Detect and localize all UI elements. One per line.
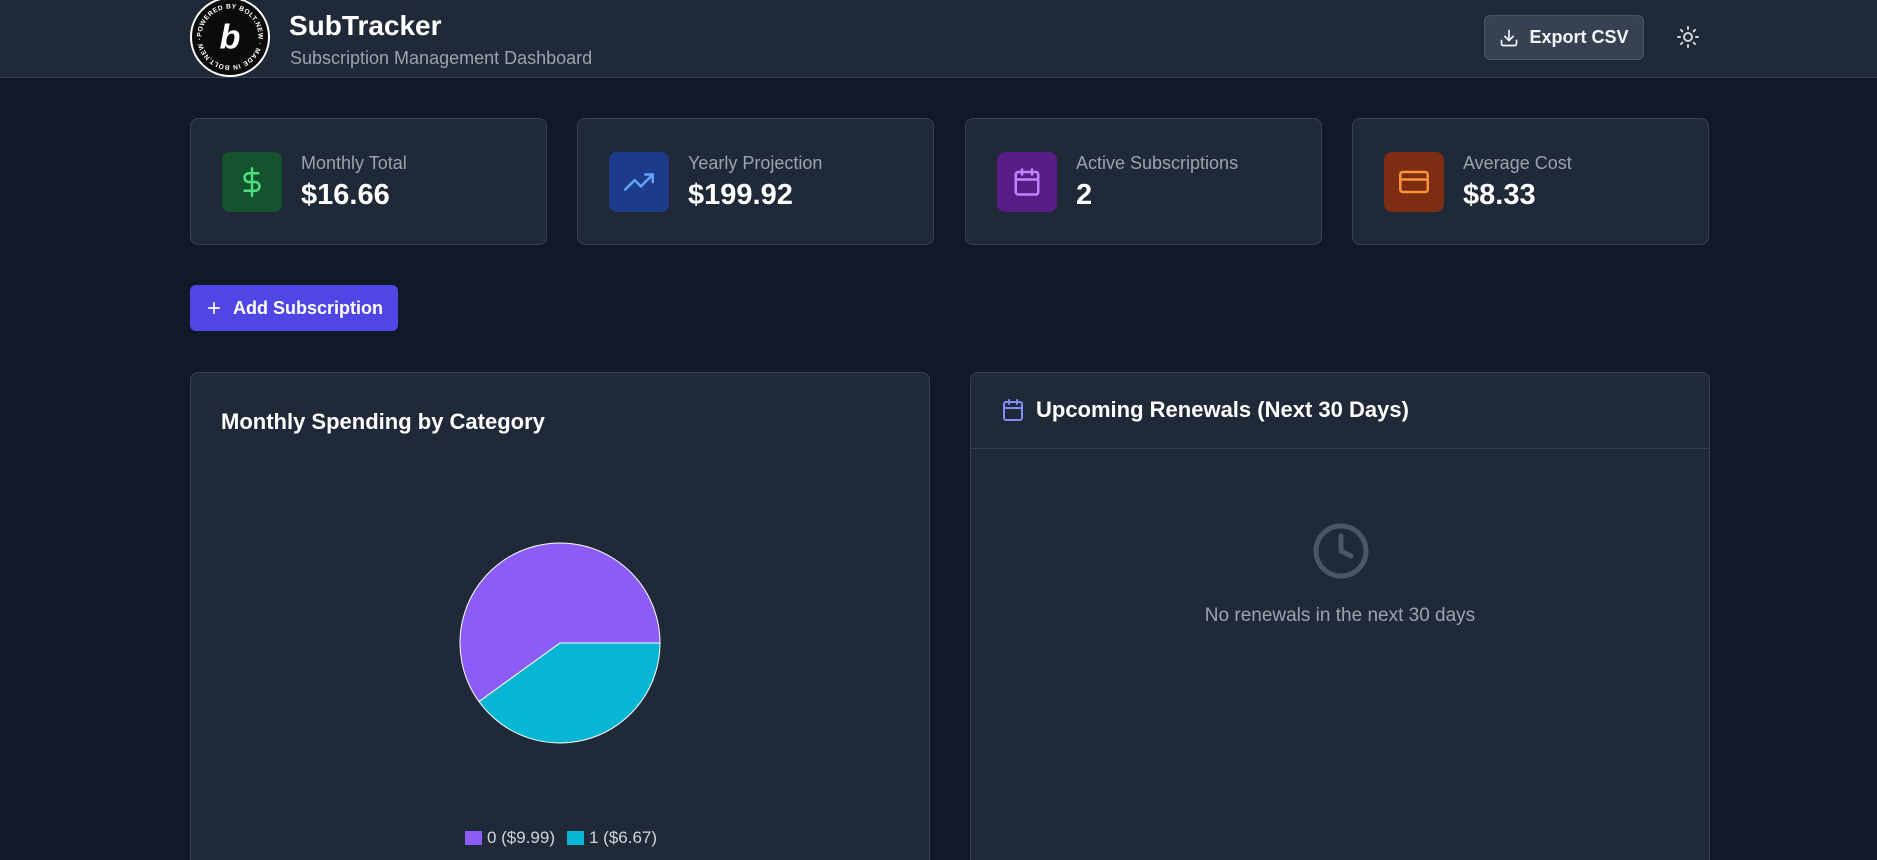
upcoming-renewals-panel: Upcoming Renewals (Next 30 Days) No rene… [970,372,1710,860]
bolt-badge-logo[interactable]: POWERED BY BOLT.NEW · MADE IN BOLT.NEW ·… [190,0,270,77]
calendar-icon [1014,168,1040,196]
export-csv-label: Export CSV [1529,27,1629,47]
stat-card-active-subscriptions: Active Subscriptions 2 [965,118,1322,245]
renewals-header: Upcoming Renewals (Next 30 Days) [971,373,1709,449]
legend-item-1[interactable]: 1 ($6.67) [567,828,657,848]
stat-value: $199.92 [688,179,793,211]
credit-card-icon [1399,170,1429,194]
stat-icon-box [609,152,669,212]
trending-up-icon [624,173,654,191]
download-icon [1501,29,1518,46]
export-csv-button[interactable]: Export CSV [1484,15,1644,60]
app-header: POWERED BY BOLT.NEW · MADE IN BOLT.NEW ·… [0,0,1877,78]
calendar-icon [1003,399,1023,421]
app-title: SubTracker [289,10,442,41]
legend-swatch [567,831,584,845]
sun-icon [1677,26,1699,48]
add-subscription-label: Add Subscription [233,297,383,318]
stat-icon-box [997,152,1057,212]
stat-label: Active Subscriptions [1076,153,1239,173]
svg-text:b: b [220,18,241,56]
legend-label: 1 ($6.67) [589,828,658,847]
stat-value: $8.33 [1463,179,1536,211]
bolt-logo-icon: POWERED BY BOLT.NEW · MADE IN BOLT.NEW ·… [196,3,263,70]
theme-toggle-button[interactable] [1673,22,1703,52]
renewals-empty-message: No renewals in the next 30 days [1204,605,1476,626]
legend-label: 0 ($9.99) [486,828,555,847]
legend-swatch [464,831,482,845]
plus-icon [207,301,221,315]
pie-chart [459,542,661,744]
app-subtitle: Subscription Management Dashboard [290,48,593,68]
stat-label: Average Cost [1463,153,1572,173]
stat-card-monthly-total: Monthly Total $16.66 [190,118,547,245]
chart-legend: 0 ($9.99) 1 ($6.67) [191,828,931,848]
dollar-icon [243,167,261,197]
spending-chart-panel: Monthly Spending by Category 0 ($9.99) 1 … [190,372,930,860]
stat-value: 2 [1076,179,1093,211]
stat-icon-box [1384,152,1444,212]
stat-label: Yearly Projection [688,153,823,173]
clock-icon [1313,523,1369,579]
stat-card-average-cost: Average Cost $8.33 [1352,118,1709,245]
legend-item-0[interactable]: 0 ($9.99) [464,828,555,848]
stat-icon-box [222,152,282,212]
renewals-title: Upcoming Renewals (Next 30 Days) [1036,397,1409,422]
add-subscription-button[interactable]: Add Subscription [190,285,398,331]
stat-label: Monthly Total [301,153,407,173]
stat-value: $16.66 [301,179,390,211]
stat-card-yearly-projection: Yearly Projection $199.92 [577,118,934,245]
